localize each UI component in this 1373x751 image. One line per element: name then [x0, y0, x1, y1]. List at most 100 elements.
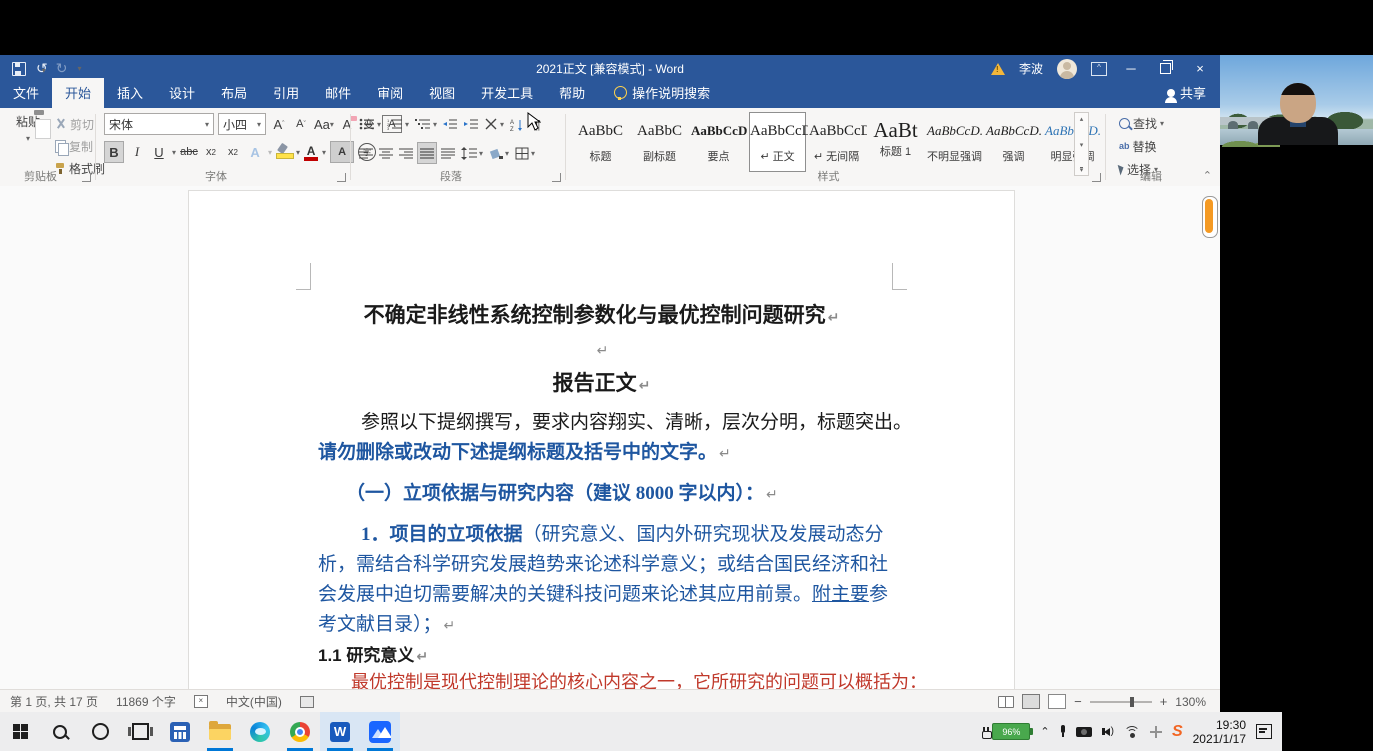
word-taskbar-button[interactable]: W: [320, 712, 360, 751]
bullets-button[interactable]: ▾: [357, 114, 383, 134]
styles-dialog-launcher[interactable]: [1092, 173, 1101, 182]
read-mode-button[interactable]: [998, 695, 1015, 708]
style-item[interactable]: AaBbCcD 要点: [690, 112, 747, 172]
decrease-indent-button[interactable]: [441, 114, 460, 134]
align-left-button[interactable]: [357, 143, 375, 163]
collapse-ribbon-icon[interactable]: ⌃: [1203, 169, 1212, 182]
web-layout-button[interactable]: [1048, 694, 1067, 709]
align-right-button[interactable]: [397, 143, 415, 163]
ribbon-tab[interactable]: 视图: [416, 78, 468, 108]
file-explorer-button[interactable]: [200, 712, 240, 751]
ribbon-tab[interactable]: 开始: [52, 78, 105, 108]
zoom-level[interactable]: 130%: [1175, 695, 1206, 709]
style-item[interactable]: AaBbCcD. 明显强调: [1044, 112, 1101, 172]
word-count-status[interactable]: 11869 个字: [116, 693, 176, 710]
font-dialog-launcher[interactable]: [337, 173, 346, 182]
ribbon-tab[interactable]: 插入: [104, 78, 156, 108]
ribbon-tab[interactable]: 引用: [260, 78, 312, 108]
ribbon-tab[interactable]: 布局: [208, 78, 260, 108]
strikethrough-button[interactable]: abc: [180, 142, 198, 162]
superscript-button[interactable]: x2: [224, 142, 242, 162]
font-size-combo[interactable]: 小四 ▾: [218, 113, 266, 135]
bold-button[interactable]: B: [104, 141, 124, 163]
style-item[interactable]: AaBbC 副标题: [631, 112, 688, 172]
ribbon-tab[interactable]: 帮助: [546, 78, 598, 108]
align-center-button[interactable]: [377, 143, 395, 163]
print-layout-button[interactable]: [1022, 694, 1041, 709]
minimize-button[interactable]: ─: [1121, 61, 1141, 76]
redo-button[interactable]: ↻: [56, 60, 68, 77]
chrome-button[interactable]: [280, 712, 320, 751]
share-button[interactable]: 共享: [1164, 83, 1220, 108]
camera-icon[interactable]: [1075, 726, 1092, 737]
tell-me-search[interactable]: 操作说明搜索: [598, 83, 720, 108]
restore-button[interactable]: [1160, 60, 1173, 74]
battery-status[interactable]: 96%: [982, 723, 1034, 740]
styles-gallery-scrollbar[interactable]: ▴ ▾ ▾: [1074, 112, 1089, 176]
highlight-caret[interactable]: ▾: [296, 148, 300, 157]
tray-utility-icon[interactable]: [1149, 725, 1162, 738]
multilevel-list-button[interactable]: ▾: [413, 114, 439, 134]
font-name-combo[interactable]: 宋体 ▾: [104, 113, 214, 135]
edge-button[interactable]: [240, 712, 280, 751]
font-color-button[interactable]: A: [304, 144, 319, 161]
taskbar-search-button[interactable]: [40, 712, 80, 751]
vertical-scrollbar[interactable]: [1202, 196, 1218, 238]
microphone-icon[interactable]: [1060, 725, 1066, 738]
document-area[interactable]: 不确定非线性系统控制参数化与最优控制问题研究 ↵ ↵ 报告正文 ↵ 参照以下提纲撰写，要求…: [0, 186, 1220, 689]
macro-record-icon[interactable]: [299, 695, 314, 708]
zoom-in-button[interactable]: +: [1160, 694, 1168, 709]
change-case-button[interactable]: Aa ▾: [314, 114, 334, 134]
text-effects-button[interactable]: A: [246, 142, 264, 162]
taskbar-clock[interactable]: 19:30 2021/1/17: [1193, 718, 1246, 746]
action-center-icon[interactable]: [1256, 724, 1272, 739]
subscript-button[interactable]: x2: [202, 142, 220, 162]
style-item[interactable]: AaBbCcD ↵ 正文: [749, 112, 813, 172]
style-item[interactable]: AaBbCcD. 强调: [985, 112, 1042, 172]
style-item[interactable]: AaBbCcD ↵ 无间隔: [808, 112, 872, 172]
underline-caret[interactable]: ▾: [172, 148, 176, 157]
line-spacing-button[interactable]: ▾: [459, 143, 485, 163]
distribute-button[interactable]: [439, 143, 457, 163]
grow-font-button[interactable]: Aˆ: [270, 114, 288, 134]
task-view-button[interactable]: [120, 712, 160, 751]
calculator-button[interactable]: [160, 712, 200, 751]
asian-layout-button[interactable]: ▾: [483, 114, 506, 134]
proofing-status-icon[interactable]: ×: [193, 695, 208, 708]
scrollbar-thumb[interactable]: [1205, 199, 1213, 233]
zoom-slider[interactable]: [1089, 696, 1152, 707]
page-number-status[interactable]: 第 1 页, 共 17 页: [10, 693, 98, 710]
italic-button[interactable]: I: [128, 142, 146, 162]
style-item[interactable]: AaBt 标题 1: [867, 112, 924, 172]
justify-button[interactable]: [417, 142, 437, 164]
shading-button[interactable]: ▾: [487, 143, 511, 163]
paragraph-dialog-launcher[interactable]: [552, 173, 561, 182]
account-user-name[interactable]: 李波: [1019, 60, 1043, 77]
start-button[interactable]: [0, 712, 40, 751]
zoom-out-button[interactable]: −: [1074, 694, 1082, 709]
ribbon-tab[interactable]: 设计: [156, 78, 208, 108]
ribbon-display-options-icon[interactable]: ^: [1091, 61, 1107, 76]
ribbon-tab[interactable]: 开发工具: [468, 78, 546, 108]
avatar[interactable]: [1057, 58, 1077, 79]
highlight-button[interactable]: [276, 142, 295, 160]
document-page[interactable]: 不确定非线性系统控制参数化与最优控制问题研究 ↵ ↵ 报告正文 ↵ 参照以下提纲撰写，要求…: [188, 190, 1015, 689]
borders-button[interactable]: ▾: [513, 143, 537, 163]
clipboard-dialog-launcher[interactable]: [82, 173, 91, 182]
customize-qat-button[interactable]: ▾: [77, 64, 81, 73]
ribbon-tab[interactable]: 审阅: [364, 78, 416, 108]
speaker-icon[interactable]: ): [1101, 726, 1114, 737]
ribbon-tab[interactable]: 文件: [0, 78, 52, 108]
styles-scroll-up-icon[interactable]: ▴: [1080, 115, 1084, 123]
meeting-app-button[interactable]: [360, 712, 400, 751]
tray-expand-button[interactable]: ⌃: [1040, 725, 1049, 738]
cortana-button[interactable]: [80, 712, 120, 751]
replace-button[interactable]: ab 替换: [1116, 136, 1167, 156]
increase-indent-button[interactable]: [462, 114, 481, 134]
ribbon-tab[interactable]: 邮件: [312, 78, 364, 108]
close-button[interactable]: ×: [1190, 61, 1210, 76]
style-item[interactable]: AaBbCcD. 不明显强调: [926, 112, 983, 172]
undo-button[interactable]: ↺▾: [36, 60, 48, 77]
styles-scroll-down-icon[interactable]: ▾: [1080, 141, 1084, 149]
find-button[interactable]: 查找 ▾: [1116, 113, 1167, 133]
